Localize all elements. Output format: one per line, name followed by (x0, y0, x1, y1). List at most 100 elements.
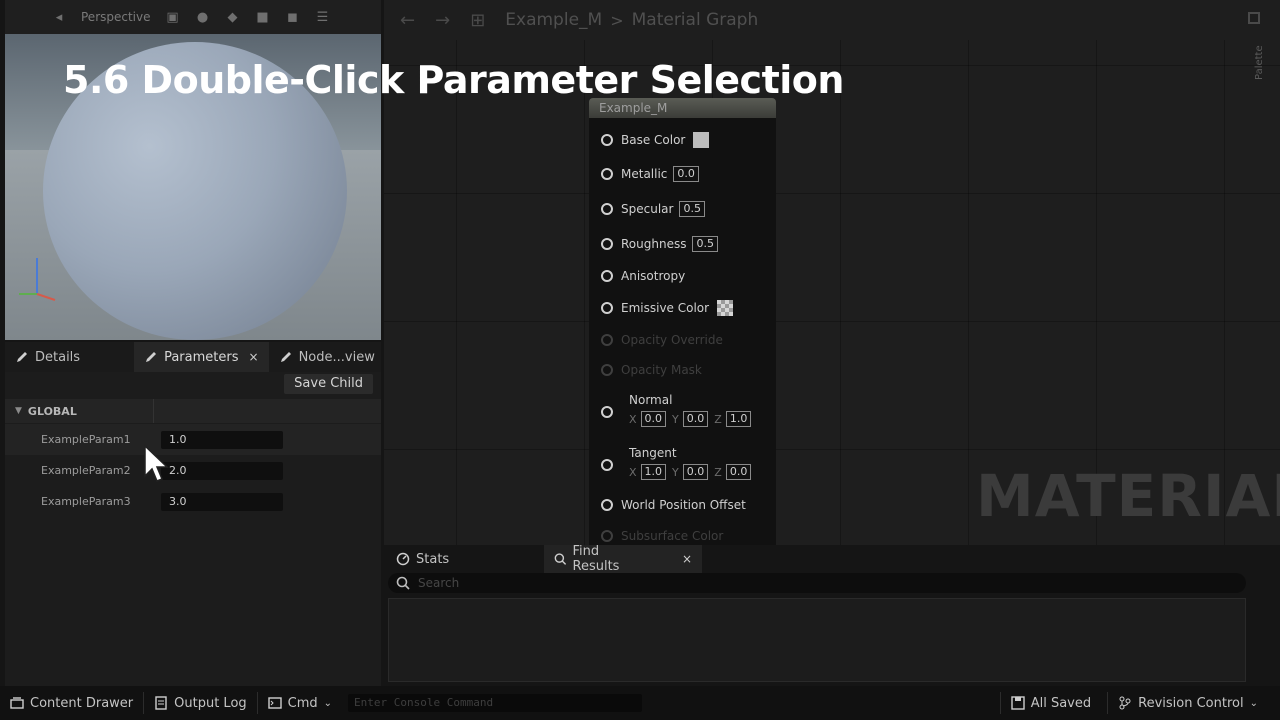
viewport-options-icon[interactable]: ▣ (165, 9, 181, 25)
pin-value-input[interactable]: 0.5 (679, 201, 705, 217)
vector-z-input[interactable]: 1.0 (725, 411, 752, 427)
graph-hierarchy-icon[interactable]: ⊞ (470, 10, 485, 31)
pin-circle-icon[interactable] (601, 168, 613, 180)
output-log-button[interactable]: Output Log (144, 696, 257, 711)
search-placeholder: Search (418, 576, 460, 590)
param-value-input[interactable]: 2.0 (161, 461, 283, 480)
group-label: GLOBAL (27, 404, 77, 418)
vector-x-input[interactable]: 0.0 (640, 411, 667, 427)
cube-shape-icon[interactable]: ◼ (285, 9, 301, 25)
pin-circle-icon (601, 334, 613, 346)
tab-stats[interactable]: Stats (386, 545, 544, 573)
all-saved-button[interactable]: All Saved (1001, 696, 1107, 711)
plane-shape-icon[interactable]: ■ (255, 9, 271, 25)
viewport-mode-label[interactable]: Perspective (81, 10, 151, 24)
pin-value-input[interactable]: 0.5 (692, 236, 718, 252)
revision-control-dropdown[interactable]: Revision Control ⌄ (1108, 696, 1280, 711)
output-log-icon (155, 696, 167, 710)
pin-label: Base Color (621, 133, 686, 147)
cylinder-shape-icon[interactable]: ◆ (225, 9, 241, 25)
cmd-dropdown[interactable]: Cmd ⌄ (258, 696, 342, 711)
color-swatch[interactable] (693, 132, 710, 148)
tab-find-results-label: Find Results (572, 544, 620, 574)
status-bar: Content Drawer Output Log Cmd ⌄ Enter Co… (0, 686, 1280, 720)
pin-label: Emissive Color (621, 301, 710, 315)
pin-circle-icon[interactable] (601, 499, 613, 511)
back-arrow-icon[interactable]: ← (400, 10, 415, 31)
vector-x-input[interactable]: 1.0 (640, 464, 667, 480)
save-child-button[interactable]: Save Child (284, 374, 373, 394)
tab-parameters[interactable]: Parameters × (134, 342, 269, 372)
terminal-icon (267, 697, 282, 709)
column-divider[interactable] (153, 399, 154, 423)
viewport-mode-icon[interactable]: ◂ (51, 9, 67, 25)
vector-y-input[interactable]: 0.0 (682, 411, 709, 427)
editor-window: ◂ Perspective ▣ ● ◆ ■ ◼ ☰ Details Parame… (0, 0, 1280, 720)
pin-world-position-offset[interactable]: World Position Offset (589, 498, 776, 512)
pin-metallic[interactable]: Metallic 0.0 (589, 166, 776, 182)
pin-label: Metallic (621, 167, 668, 181)
tab-details[interactable]: Details (5, 342, 90, 372)
pin-circle-icon[interactable] (601, 459, 613, 471)
pin-circle-icon (601, 364, 613, 376)
tab-details-label: Details (35, 349, 81, 365)
pin-circle-icon[interactable] (601, 406, 613, 418)
pin-anisotropy[interactable]: Anisotropy (589, 269, 776, 283)
chevron-down-icon[interactable]: ▼ (15, 406, 22, 416)
find-search-input[interactable]: Search (388, 573, 1246, 593)
parameter-group-global[interactable]: ▼ GLOBAL (5, 399, 381, 423)
pin-specular[interactable]: Specular 0.5 (589, 201, 776, 217)
parameters-panel: Save Child ▼ GLOBAL ExampleParam1 1.0 Ex… (5, 372, 381, 686)
pin-normal[interactable]: Normal (589, 393, 776, 407)
viewport-menu-icon[interactable]: ☰ (315, 9, 331, 25)
palette-tab[interactable]: Palette (1254, 36, 1270, 80)
pin-tangent[interactable]: Tangent (589, 446, 776, 460)
tab-find-results[interactable]: Find Results × (544, 544, 702, 574)
tab-node-preview[interactable]: Node...view (269, 342, 385, 372)
axis-label: Z (714, 465, 722, 479)
param-row[interactable]: ExampleParam2 2.0 (5, 455, 381, 486)
search-icon (554, 553, 567, 565)
maximize-icon[interactable] (1248, 12, 1260, 24)
viewport-toolbar: ◂ Perspective ▣ ● ◆ ■ ◼ ☰ (5, 0, 381, 34)
content-drawer-icon (10, 697, 24, 709)
pin-circle-icon[interactable] (601, 270, 613, 282)
pin-value-input[interactable]: 0.0 (673, 166, 699, 182)
content-drawer-button[interactable]: Content Drawer (0, 696, 143, 711)
tab-stats-label: Stats (416, 551, 450, 567)
param-row[interactable]: ExampleParam3 3.0 (5, 486, 381, 517)
output-log-label: Output Log (174, 695, 247, 711)
breadcrumb-leaf[interactable]: Material Graph (632, 10, 759, 30)
breadcrumb-root[interactable]: Example_M (505, 10, 602, 30)
close-icon[interactable]: × (249, 350, 259, 364)
material-preview-viewport[interactable]: ◂ Perspective ▣ ● ◆ ■ ◼ ☰ (5, 0, 381, 340)
pin-base-color[interactable]: Base Color (589, 132, 776, 148)
pin-emissive-color[interactable]: Emissive Color (589, 300, 776, 316)
param-row[interactable]: ExampleParam1 1.0 (5, 424, 381, 455)
pin-circle-icon[interactable] (601, 134, 613, 146)
pin-roughness[interactable]: Roughness 0.5 (589, 236, 776, 252)
close-icon[interactable]: × (682, 552, 692, 566)
pin-circle-icon[interactable] (601, 302, 613, 314)
param-value-input[interactable]: 3.0 (161, 492, 283, 511)
vector-y-input[interactable]: 0.0 (682, 464, 709, 480)
chevron-down-icon: ⌄ (1249, 697, 1258, 709)
checker-swatch[interactable] (717, 300, 734, 316)
mouse-cursor-icon (144, 444, 169, 482)
sphere-shape-icon[interactable]: ● (195, 9, 211, 25)
pin-label: Normal (629, 393, 673, 407)
forward-arrow-icon[interactable]: → (435, 10, 450, 31)
param-value-input[interactable]: 1.0 (161, 430, 283, 449)
vector-z-input[interactable]: 0.0 (725, 464, 752, 480)
axis-label: Y (672, 412, 679, 426)
console-command-input[interactable]: Enter Console Command (348, 694, 643, 712)
pencil-icon (146, 352, 157, 362)
pin-opacity-mask: Opacity Mask (589, 363, 776, 377)
pin-label: Opacity Mask (621, 363, 702, 377)
pin-circle-icon[interactable] (601, 203, 613, 215)
find-results-list[interactable] (388, 598, 1246, 682)
material-output-node[interactable]: Example_M Base Color Metallic 0.0 Specul… (589, 98, 776, 545)
tab-parameters-label: Parameters (164, 349, 239, 365)
save-status-icon (1011, 696, 1025, 710)
pin-circle-icon[interactable] (601, 238, 613, 250)
